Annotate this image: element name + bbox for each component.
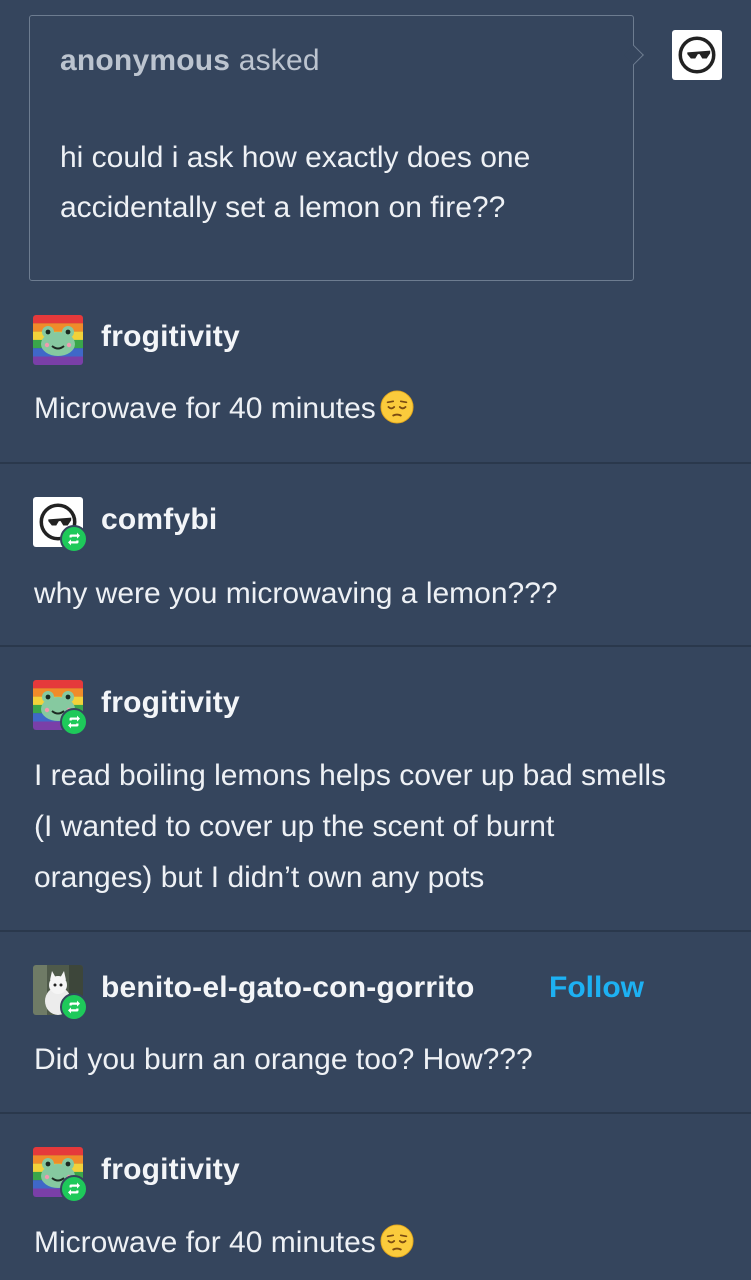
avatar[interactable] xyxy=(33,965,88,1021)
divider xyxy=(0,645,751,647)
reblog-icon xyxy=(65,998,83,1016)
reblog-entry: frogitivity Microwave for 40 minutes xyxy=(0,281,751,465)
username[interactable]: benito-el-gato-con-gorrito xyxy=(101,971,474,1005)
reblog-badge xyxy=(60,708,88,736)
ask-header: anonymous asked xyxy=(60,44,320,78)
divider xyxy=(0,462,751,464)
pensive-face-icon xyxy=(380,390,414,424)
username[interactable]: frogitivity xyxy=(101,320,240,354)
avatar[interactable] xyxy=(33,497,88,553)
username[interactable]: comfybi xyxy=(101,503,217,537)
post-text-content: Microwave for 40 minutes xyxy=(34,392,376,425)
rainbow-frog-avatar-icon xyxy=(33,315,83,365)
reblog-badge xyxy=(60,993,88,1021)
post-text: Microwave for 40 minutes xyxy=(34,383,714,434)
post-text: I read boiling lemons helps cover up bad… xyxy=(34,759,667,894)
asker-name: anonymous xyxy=(60,44,231,77)
reblog-icon xyxy=(65,530,83,548)
post-text-content: Microwave for 40 minutes xyxy=(34,1226,376,1259)
reblog-entry: benito-el-gato-con-gorrito Follow Did yo… xyxy=(0,933,751,1115)
ask-section: anonymous asked hi could i ask how exact… xyxy=(29,15,722,281)
avatar[interactable] xyxy=(33,680,88,736)
ask-question: hi could i ask how exactly does one acci… xyxy=(60,141,531,224)
avatar[interactable] xyxy=(33,315,83,365)
ask-verb: asked xyxy=(238,44,320,77)
post-text: why were you microwaving a lemon??? xyxy=(34,577,558,610)
follow-button[interactable]: Follow xyxy=(549,971,644,1005)
reblog-badge xyxy=(60,1175,88,1203)
recipient-avatar[interactable] xyxy=(672,30,722,80)
reblog-entry: comfybi why were you microwaving a lemon… xyxy=(0,465,751,648)
reblog-badge xyxy=(60,525,88,553)
post-text: Did you burn an orange too? How??? xyxy=(34,1043,533,1076)
post-thread: anonymous asked hi could i ask how exact… xyxy=(0,0,751,1280)
reblog-icon xyxy=(65,713,83,731)
divider xyxy=(0,1112,751,1114)
sunglasses-avatar-icon xyxy=(675,33,719,77)
username[interactable]: frogitivity xyxy=(101,686,240,720)
post-text: Microwave for 40 minutes xyxy=(34,1217,714,1268)
pensive-face-icon xyxy=(380,1224,414,1258)
reblog-entry: frogitivity Microwave for 40 minutes xyxy=(0,1115,751,1280)
reblog-entry: frogitivity I read boiling lemons helps … xyxy=(0,648,751,933)
reblog-icon xyxy=(65,1180,83,1198)
ask-bubble: anonymous asked hi could i ask how exact… xyxy=(29,15,634,281)
avatar[interactable] xyxy=(33,1147,88,1203)
divider xyxy=(0,930,751,932)
username[interactable]: frogitivity xyxy=(101,1153,240,1187)
